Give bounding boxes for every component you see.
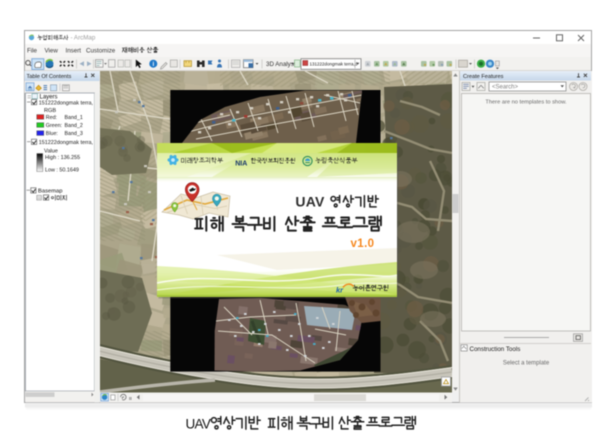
svg-text:Construction Tools: Construction Tools: [470, 346, 521, 353]
svg-text:151222dongmak terra,: 151222dongmak terra,: [39, 100, 94, 106]
svg-text:There are no templates to show: There are no templates to show.: [485, 100, 567, 106]
svg-text:Red:: Red:: [46, 115, 57, 121]
svg-text:131222dongmak terra,d: 131222dongmak terra,d: [310, 62, 358, 67]
svg-text:High : 136.255: High : 136.255: [45, 155, 80, 161]
svg-text:UAV: UAV: [295, 194, 325, 210]
svg-text:Insert: Insert: [66, 48, 82, 55]
svg-text:Customize: Customize: [86, 48, 116, 55]
svg-text:Band_3: Band_3: [65, 131, 83, 137]
svg-text:3D Analyst: 3D Analyst: [266, 61, 296, 68]
svg-text:Low : 50.1649: Low : 50.1649: [45, 167, 79, 173]
svg-text:- ArcMap: - ArcMap: [71, 35, 96, 42]
svg-text:Select a template: Select a template: [503, 360, 550, 366]
svg-text:View: View: [45, 48, 59, 55]
svg-text:File: File: [27, 48, 38, 55]
svg-text:Band_2: Band_2: [65, 123, 83, 129]
svg-text:NIA: NIA: [235, 161, 247, 168]
svg-text:v1.0: v1.0: [351, 238, 375, 250]
svg-text:Value: Value: [44, 148, 58, 154]
svg-text:Band_1: Band_1: [65, 115, 83, 121]
svg-text:Create Features: Create Features: [463, 74, 504, 80]
svg-text:Table Of Contents: Table Of Contents: [27, 74, 72, 80]
svg-text:RGB: RGB: [44, 108, 56, 114]
svg-text:Blue:: Blue:: [46, 131, 58, 137]
svg-text:UAV: UAV: [186, 417, 211, 432]
svg-text:Basemap: Basemap: [38, 189, 63, 195]
svg-text:Green:: Green:: [46, 123, 62, 129]
svg-text:<Search>: <Search>: [492, 84, 519, 90]
svg-text:151222dongmak terra,: 151222dongmak terra,: [39, 140, 94, 146]
